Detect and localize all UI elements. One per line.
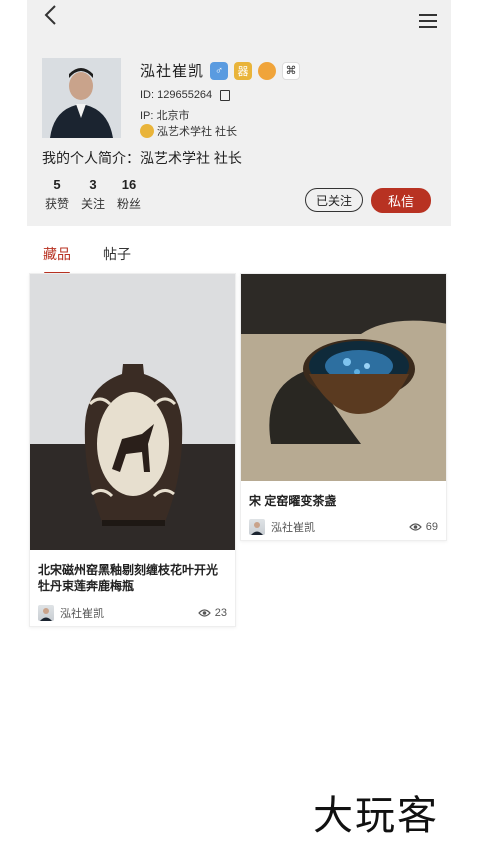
collection-card[interactable]: 宋 定窑曜变茶盏 泓社崔凯 69 xyxy=(240,273,447,541)
card-footer: 泓社崔凯 23 xyxy=(38,605,227,621)
stat-following[interactable]: 3 关注 xyxy=(81,177,105,212)
follow-button[interactable]: 已关注 xyxy=(305,188,363,212)
stat-label: 获赞 xyxy=(45,197,70,211)
eye-icon xyxy=(197,609,211,617)
views-number: 69 xyxy=(425,521,438,533)
stat-likes[interactable]: 5 获赞 xyxy=(45,177,69,212)
user-id: ID: 129655264 xyxy=(140,89,213,101)
stat-label: 关注 xyxy=(81,197,106,211)
author-name: 泓社崔凯 xyxy=(271,522,315,534)
male-gender-icon: ♂ xyxy=(210,61,229,80)
author-avatar xyxy=(38,605,54,621)
card-author[interactable]: 泓社崔凯 xyxy=(249,519,315,535)
avatar[interactable] xyxy=(42,58,121,138)
profile-header: 泓社崔凯 ♂ 器 ⌘ ID: 129655264 IP: 北京市 泓艺术学社 社… xyxy=(27,0,451,226)
collection-card[interactable]: 北宋磁州窑黑釉剔刻缠枝花叶开光牡丹束莲奔鹿梅瓶 泓社崔凯 23 xyxy=(29,273,236,627)
stat-value: 3 xyxy=(89,177,97,192)
card-author[interactable]: 泓社崔凯 xyxy=(38,605,104,621)
tea-bowl-image xyxy=(241,274,446,481)
stats-row: 5 获赞 3 关注 16 粉丝 xyxy=(45,177,141,212)
views-number: 23 xyxy=(214,607,227,619)
level-badge-icon: 器 xyxy=(234,61,253,80)
stat-value: 16 xyxy=(121,177,137,192)
copy-icon[interactable] xyxy=(220,89,231,101)
card-footer: 泓社崔凯 69 xyxy=(249,519,438,535)
vase-image xyxy=(30,274,235,550)
org-title: 泓艺术学社 社长 xyxy=(157,126,238,138)
org-badge-icon xyxy=(140,124,154,138)
back-icon[interactable] xyxy=(41,4,61,26)
author-avatar xyxy=(249,519,265,535)
content-tabs: 藏品 帖子 xyxy=(43,244,131,275)
author-name: 泓社崔凯 xyxy=(60,608,104,620)
honor-badge-icon xyxy=(258,61,277,80)
user-name: 泓社崔凯 xyxy=(140,63,205,80)
menu-icon[interactable] xyxy=(419,14,437,30)
verified-mark-icon: ⌘ xyxy=(282,61,301,80)
tab-posts[interactable]: 帖子 xyxy=(103,244,131,272)
card-title[interactable]: 宋 定窑曜变茶盏 xyxy=(241,493,446,509)
org-row: 泓艺术学社 社长 xyxy=(140,123,237,139)
user-ip: IP: 北京市 xyxy=(140,110,190,122)
view-count: 69 xyxy=(408,521,438,533)
stat-fans[interactable]: 16 粉丝 xyxy=(117,177,141,212)
message-button[interactable]: 私信 xyxy=(371,188,431,213)
tab-collections[interactable]: 藏品 xyxy=(43,244,71,275)
view-count: 23 xyxy=(197,607,227,619)
stat-value: 5 xyxy=(53,177,61,192)
watermark-logo: 大玩客 xyxy=(313,793,439,839)
eye-icon xyxy=(408,523,422,531)
stat-label: 粉丝 xyxy=(117,197,142,211)
user-id-row: ID: 129655264 xyxy=(140,89,231,101)
card-title[interactable]: 北宋磁州窑黑釉剔刻缠枝花叶开光牡丹束莲奔鹿梅瓶 xyxy=(30,562,235,594)
name-row: 泓社崔凯 ♂ 器 ⌘ xyxy=(140,60,301,81)
user-intro: 我的个人简介：泓艺术学社 社长 xyxy=(42,150,242,166)
